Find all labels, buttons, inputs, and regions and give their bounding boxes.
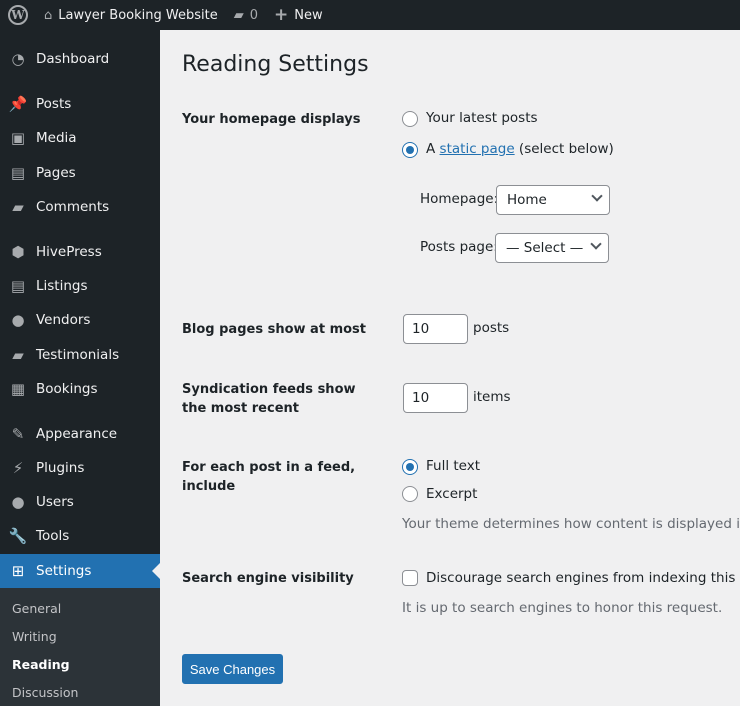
sidebar-item-label: Comments bbox=[36, 199, 110, 215]
sidebar-item-label: Testimonials bbox=[36, 347, 120, 363]
media-icon: ▣ bbox=[10, 129, 26, 147]
page-title: Reading Settings bbox=[182, 52, 369, 77]
listings-icon: ▤ bbox=[10, 277, 26, 295]
radio-latest-posts[interactable] bbox=[402, 111, 418, 127]
wordpress-icon: W bbox=[8, 5, 28, 25]
feed-description: Your theme determines how content is dis… bbox=[402, 516, 740, 532]
settings-submenu: General Writing Reading Discussion bbox=[0, 588, 160, 706]
homepage-select[interactable]: Home bbox=[496, 185, 610, 215]
search-visibility-label: Search engine visibility bbox=[182, 571, 354, 586]
sidebar-item-listings[interactable]: ▤ Listings bbox=[0, 269, 160, 303]
submenu-item-writing[interactable]: Writing bbox=[12, 629, 57, 644]
submenu-item-reading[interactable]: Reading bbox=[12, 657, 70, 672]
syndication-label: Syndication feeds show the most recent bbox=[182, 382, 356, 416]
sidebar-item-posts[interactable]: 📌 Posts bbox=[0, 87, 160, 121]
radio-full-text[interactable] bbox=[402, 459, 418, 475]
latest-posts-label: Your latest posts bbox=[426, 110, 538, 126]
sidebar-item-vendors[interactable]: ● Vendors bbox=[0, 303, 160, 337]
sidebar-item-bookings[interactable]: ▦ Bookings bbox=[0, 372, 160, 406]
items-unit: items bbox=[473, 389, 511, 405]
sidebar-item-label: Users bbox=[36, 494, 74, 510]
sidebar-item-pages[interactable]: ▤ Pages bbox=[0, 156, 160, 190]
sidebar-item-label: Appearance bbox=[36, 426, 118, 442]
sidebar-item-label: Dashboard bbox=[36, 51, 110, 67]
posts-per-page-input[interactable]: 10 bbox=[403, 314, 468, 344]
blog-pages-label: Blog pages show at most bbox=[182, 322, 366, 337]
feed-include-label: For each post in a feed, include bbox=[182, 460, 356, 494]
save-changes-button[interactable]: Save Changes bbox=[182, 654, 283, 684]
comment-icon: ▰ bbox=[12, 198, 24, 216]
wrench-icon: 🔧 bbox=[8, 527, 28, 545]
static-page-link[interactable]: static page bbox=[440, 141, 515, 157]
radio-excerpt[interactable] bbox=[402, 486, 418, 502]
posts-page-select[interactable]: — Select — bbox=[495, 233, 609, 263]
user-icon: ● bbox=[11, 311, 25, 329]
plugin-icon: ⚡ bbox=[12, 459, 24, 477]
sidebar-item-appearance[interactable]: ✎ Appearance bbox=[0, 417, 160, 451]
chevron-down-icon bbox=[590, 238, 602, 250]
discourage-search-checkbox[interactable] bbox=[402, 570, 418, 586]
sidebar-item-testimonials[interactable]: ▰ Testimonials bbox=[0, 338, 160, 372]
homepage-select-label: Homepage: bbox=[420, 191, 499, 207]
brush-icon: ✎ bbox=[11, 425, 25, 443]
search-visibility-description: It is up to search engines to honor this… bbox=[402, 600, 723, 616]
wordpress-logo-button[interactable]: W bbox=[0, 0, 36, 30]
static-page-label: A static page (select below) bbox=[426, 141, 614, 157]
sidebar-item-dashboard[interactable]: ◔ Dashboard bbox=[0, 42, 160, 76]
calendar-icon: ▦ bbox=[10, 380, 26, 398]
sidebar-item-label: Pages bbox=[36, 165, 76, 181]
users-icon: ● bbox=[11, 493, 25, 511]
sidebar-item-label: Plugins bbox=[36, 460, 85, 476]
sidebar-item-label: Settings bbox=[36, 563, 92, 579]
comment-icon: ▰ bbox=[233, 7, 244, 23]
sidebar-item-hivepress[interactable]: ⬢ HivePress bbox=[0, 235, 160, 269]
sidebar-item-tools[interactable]: 🔧 Tools bbox=[0, 519, 160, 553]
sidebar-item-label: Tools bbox=[36, 528, 70, 544]
sidebar-item-label: Vendors bbox=[36, 312, 91, 328]
sidebar-item-settings[interactable]: ⊞ Settings bbox=[0, 554, 160, 588]
sidebar-item-label: Bookings bbox=[36, 381, 98, 397]
radio-static-page[interactable] bbox=[402, 142, 418, 158]
sidebar-item-comments[interactable]: ▰ Comments bbox=[0, 190, 160, 224]
sidebar-item-label: HivePress bbox=[36, 244, 102, 260]
hivepress-icon: ⬢ bbox=[11, 243, 25, 261]
discourage-search-label: Discourage search engines from indexing … bbox=[426, 570, 740, 586]
settings-icon: ⊞ bbox=[11, 562, 25, 580]
sidebar-item-label: Listings bbox=[36, 278, 88, 294]
chevron-down-icon bbox=[591, 190, 603, 202]
submenu-item-discussion[interactable]: Discussion bbox=[12, 685, 78, 700]
main-content: Reading Settings Your homepage displays … bbox=[160, 30, 740, 706]
posts-unit: posts bbox=[473, 320, 510, 336]
sidebar-item-label: Posts bbox=[36, 96, 72, 112]
homepage-displays-label: Your homepage displays bbox=[182, 112, 361, 127]
posts-page-select-label: Posts page: bbox=[420, 239, 498, 255]
sidebar-item-users[interactable]: ● Users bbox=[0, 485, 160, 519]
pin-icon: 📌 bbox=[8, 95, 28, 113]
submenu-item-general[interactable]: General bbox=[12, 601, 61, 616]
new-content-link[interactable]: + New bbox=[266, 0, 331, 30]
site-name-link[interactable]: ⌂ Lawyer Booking Website bbox=[36, 0, 226, 30]
full-text-label: Full text bbox=[426, 458, 481, 474]
excerpt-label: Excerpt bbox=[426, 486, 478, 502]
sidebar-item-media[interactable]: ▣ Media bbox=[0, 121, 160, 155]
sidebar-item-label: Media bbox=[36, 130, 77, 146]
admin-bar: W ⌂ Lawyer Booking Website ▰ 0 + New bbox=[0, 0, 740, 30]
comments-link[interactable]: ▰ 0 bbox=[226, 0, 266, 30]
testimonial-icon: ▰ bbox=[12, 346, 24, 364]
plus-icon: + bbox=[273, 5, 289, 25]
home-icon: ⌂ bbox=[44, 7, 53, 23]
dashboard-icon: ◔ bbox=[11, 50, 25, 68]
sidebar-item-plugins[interactable]: ⚡ Plugins bbox=[0, 451, 160, 485]
posts-per-rss-input[interactable]: 10 bbox=[403, 383, 468, 413]
pages-icon: ▤ bbox=[10, 164, 26, 182]
